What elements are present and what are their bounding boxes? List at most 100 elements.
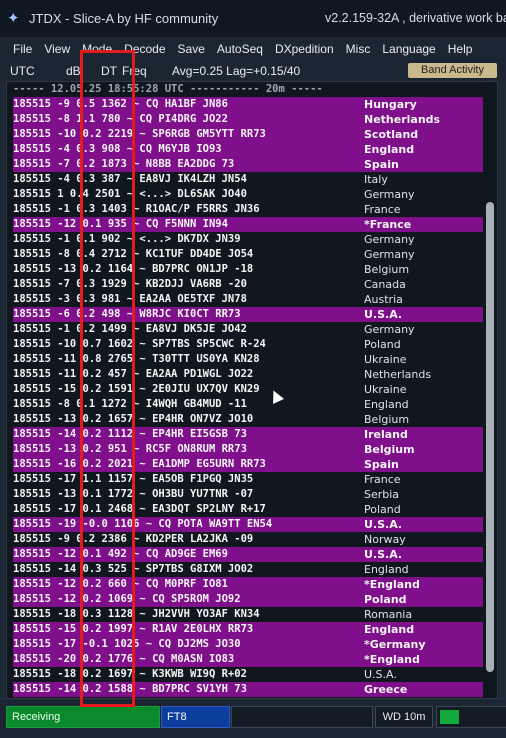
- decode-message: 185515 -15 0.2 1997 ~ R1AV 2E0LHX RR73: [13, 623, 254, 635]
- scrollbar-thumb[interactable]: [486, 202, 494, 672]
- decode-row[interactable]: 185515 -1 0.2 1499 ~ EA8VJ DK5JE JO42 Ger…: [13, 322, 483, 337]
- decode-row[interactable]: 185515 -17 1.1 1157 ~ EA5OB F1PGQ JN35 Fr…: [13, 472, 483, 487]
- decode-row[interactable]: 185515 -12 0.2 660 ~ CQ M0PRF IO81 *Engla…: [13, 577, 483, 592]
- menu-language[interactable]: Language: [376, 42, 441, 56]
- decode-row[interactable]: 185515 -18 0.2 1697 ~ K3KWB WI9Q R+02 U.S…: [13, 667, 483, 682]
- menu-view[interactable]: View: [38, 42, 76, 56]
- decode-message: 185515 -16 0.2 2021 ~ EA1DMP EG5URN RR73: [13, 458, 266, 470]
- decode-message: 185515 -14 0.2 1112 ~ EP4HR EI5GSB 73: [13, 428, 247, 440]
- country-label: Romania: [364, 608, 413, 621]
- decode-message: 185515 -12 0.1 492 ~ CQ AD9GE EM69: [13, 548, 228, 560]
- decode-message: 185515 -12 0.1 935 ~ CQ F5NNN IN94: [13, 218, 228, 230]
- decode-row[interactable]: 185515 -4 0.3 387 ~ EA8VJ IK4LZH JN54 Ita…: [13, 172, 483, 187]
- receiving-status: Receiving: [6, 706, 160, 728]
- decode-row[interactable]: 185515 -15 0.2 1997 ~ R1AV 2E0LHX RR73 En…: [13, 622, 483, 637]
- decode-row[interactable]: 185515 -20 0.2 1776 ~ CQ M0ASN IO83 *Engl…: [13, 652, 483, 667]
- band-activity-button[interactable]: Band Activity: [408, 63, 497, 78]
- decode-message: 185515 -14 0.2 1588 ~ BD7PRC SV1YH 73: [13, 683, 247, 695]
- country-label: Netherlands: [364, 368, 432, 381]
- decode-row[interactable]: 185515 -11 0.8 2765 ~ T30TTT US0YA KN28 U…: [13, 352, 483, 367]
- band-activity-panel[interactable]: ----- 12.05.25 18:55:28 UTC ----------- …: [6, 81, 498, 699]
- decode-row[interactable]: 185515 -14 0.2 1112 ~ EP4HR EI5GSB 73 Ire…: [13, 427, 483, 442]
- country-label: England: [364, 563, 409, 576]
- menu-misc[interactable]: Misc: [340, 42, 377, 56]
- decode-row[interactable]: 185515 -4 0.3 908 ~ CQ M6YJB IO93 England: [13, 142, 483, 157]
- decode-message: 185515 -9 0.2 2386 ~ KD2PER LA2JKA -09: [13, 533, 254, 545]
- menu-file[interactable]: File: [0, 42, 38, 56]
- decode-row[interactable]: 185515 -9 0.2 2386 ~ KD2PER LA2JKA -09 No…: [13, 532, 483, 547]
- decode-row[interactable]: 185515 1 0.4 2501 ~ <...> DL6SAK JO40 Ger…: [13, 187, 483, 202]
- country-label: Poland: [364, 593, 407, 606]
- decode-row[interactable]: 185515 -16 0.2 2021 ~ EA1DMP EG5URN RR73…: [13, 457, 483, 472]
- decode-row[interactable]: 185515 -13 0.2 951 ~ RC5F ON8RUM RR73 Bel…: [13, 442, 483, 457]
- decode-message: 185515 -8 0.4 2712 ~ KC1TUF DD4DE JO54: [13, 248, 254, 260]
- decode-row[interactable]: 185515 -10 0.7 1602 ~ SP7TBS SP5CWC R-24…: [13, 337, 483, 352]
- decode-message: 185515 -18 0.3 1128 ~ JH2VVH YO3AF KN34: [13, 608, 260, 620]
- decode-row[interactable]: 185515 -1 0.3 1403 ~ R1OAC/P F5RRS JN36 F…: [13, 202, 483, 217]
- decode-message: 185515 -17 1.1 1157 ~ EA5OB F1PGQ JN35: [13, 473, 254, 485]
- country-label: England: [364, 398, 409, 411]
- country-label: Germany: [364, 233, 415, 246]
- country-label: Scotland: [364, 128, 419, 141]
- menu-autoseq[interactable]: AutoSeq: [211, 42, 269, 56]
- decode-message: 185515 -11 0.8 2765 ~ T30TTT US0YA KN28: [13, 353, 260, 365]
- decode-row[interactable]: 185515 -13 0.2 1657 ~ EP4HR ON7VZ JO10 Be…: [13, 412, 483, 427]
- decode-row[interactable]: 185515 -6 0.2 498 ~ W8RJC KI0CT RR73 U.S.…: [13, 307, 483, 322]
- decode-list[interactable]: ----- 12.05.25 18:55:28 UTC ----------- …: [13, 82, 483, 697]
- dt-header: DT: [101, 64, 117, 78]
- decode-row[interactable]: 185515 -7 0.3 1929 ~ KB2DJJ VA6RB -20 Can…: [13, 277, 483, 292]
- decode-row[interactable]: 185515 -8 0.4 2712 ~ KC1TUF DD4DE JO54 Ge…: [13, 247, 483, 262]
- decode-message: 185515 -12 0.2 1069 ~ CQ SP5ROM JO92: [13, 593, 241, 605]
- version-text: v2.2.159-32A , derivative work bas: [325, 11, 506, 25]
- decode-row[interactable]: 185515 -9 0.5 1362 ~ CQ HA1BF JN86 Hungar…: [13, 97, 483, 112]
- country-label: Spain: [364, 458, 399, 471]
- decode-row[interactable]: 185515 -17 0.1 2468 ~ EA3DQT SP2LNY R+17…: [13, 502, 483, 517]
- decode-row[interactable]: 185515 -10 0.2 2219 ~ SP6RGB GM5YTT RR73…: [13, 127, 483, 142]
- decode-row[interactable]: 185515 -13 0.1 1772 ~ OH3BU YU7TNR -07 Se…: [13, 487, 483, 502]
- country-label: Ireland: [364, 428, 408, 441]
- menu-save[interactable]: Save: [172, 42, 211, 56]
- decode-row[interactable]: 185515 -18 0.3 1128 ~ JH2VVH YO3AF KN34 R…: [13, 607, 483, 622]
- decode-message: 185515 -20 0.2 1776 ~ CQ M0ASN IO83: [13, 653, 235, 665]
- decode-message: 185515 -13 0.2 1657 ~ EP4HR ON7VZ JO10: [13, 413, 254, 425]
- country-label: Hungary: [364, 98, 417, 111]
- decode-row[interactable]: 185515 -1 0.1 902 ~ <...> DK7DX JN39 Germ…: [13, 232, 483, 247]
- country-label: Belgium: [364, 443, 415, 456]
- decode-row[interactable]: 185515 -12 0.1 935 ~ CQ F5NNN IN94 *Franc…: [13, 217, 483, 232]
- decode-row[interactable]: 185515 -8 1.1 780 ~ CQ PI4DRG JO22 Nether…: [13, 112, 483, 127]
- country-label: Italy: [364, 173, 388, 186]
- menu-decode[interactable]: Decode: [118, 42, 171, 56]
- country-label: Germany: [364, 248, 415, 261]
- decode-row[interactable]: 185515 -8 0.1 1272 ~ I4WQH GB4MUD -11 Eng…: [13, 397, 483, 412]
- country-label: Ukraine: [364, 383, 407, 396]
- menu-dxpedition[interactable]: DXpedition: [269, 42, 340, 56]
- decode-row[interactable]: 185515 -13 0.2 1164 ~ BD7PRC ON1JP -18 Be…: [13, 262, 483, 277]
- decode-row[interactable]: 185515 -14 0.2 1588 ~ BD7PRC SV1YH 73 Gre…: [13, 682, 483, 697]
- decode-message: 185515 -11 0.2 457 ~ EA2AA PD1WGL JO22: [13, 368, 254, 380]
- country-label: Belgium: [364, 263, 410, 276]
- decode-message: 185515 -8 1.1 780 ~ CQ PI4DRG JO22: [13, 113, 228, 125]
- menu-help[interactable]: Help: [442, 42, 479, 56]
- country-label: U.S.A.: [364, 668, 397, 681]
- menu-mode[interactable]: Mode: [76, 42, 118, 56]
- decode-row[interactable]: 185515 -3 0.3 981 ~ EA2AA OE5TXF JN78 Aus…: [13, 292, 483, 307]
- decode-row[interactable]: 185515 -17 -0.1 1025 ~ CQ DJ2MS JO30 *Ger…: [13, 637, 483, 652]
- country-label: England: [364, 623, 415, 636]
- country-label: Norway: [364, 533, 406, 546]
- decode-message: 185515 -12 0.2 660 ~ CQ M0PRF IO81: [13, 578, 228, 590]
- decode-row[interactable]: 185515 -11 0.2 457 ~ EA2AA PD1WGL JO22 Ne…: [13, 367, 483, 382]
- decode-message: 185515 -19 -0.0 1106 ~ CQ POTA WA9TT EN5…: [13, 518, 273, 530]
- decode-message: 185515 -18 0.2 1697 ~ K3KWB WI9Q R+02: [13, 668, 247, 680]
- decode-row[interactable]: 185515 -7 0.2 1873 ~ N8BB EA2DDG 73 Spain: [13, 157, 483, 172]
- decode-row[interactable]: 185515 -12 0.1 492 ~ CQ AD9GE EM69 U.S.A.: [13, 547, 483, 562]
- decode-row[interactable]: 185515 -12 0.2 1069 ~ CQ SP5ROM JO92 Pola…: [13, 592, 483, 607]
- window-title: JTDX - Slice-A by HF community: [29, 11, 219, 26]
- country-label: *France: [364, 218, 412, 231]
- decode-row[interactable]: 185515 -14 0.3 525 ~ SP7TBS G8IXM JO02 En…: [13, 562, 483, 577]
- decode-message: 185515 -1 0.2 1499 ~ EA8VJ DK5JE JO42: [13, 323, 247, 335]
- decode-row[interactable]: 185515 -15 0.2 1591 ~ 2E0JIU UX7QV KN29 U…: [13, 382, 483, 397]
- status-field: [231, 706, 373, 728]
- avg-lag-stats: Avg=0.25 Lag=+0.15/40: [172, 64, 301, 78]
- decode-row[interactable]: 185515 -19 -0.0 1106 ~ CQ POTA WA9TT EN5…: [13, 517, 483, 532]
- country-label: U.S.A.: [364, 518, 403, 531]
